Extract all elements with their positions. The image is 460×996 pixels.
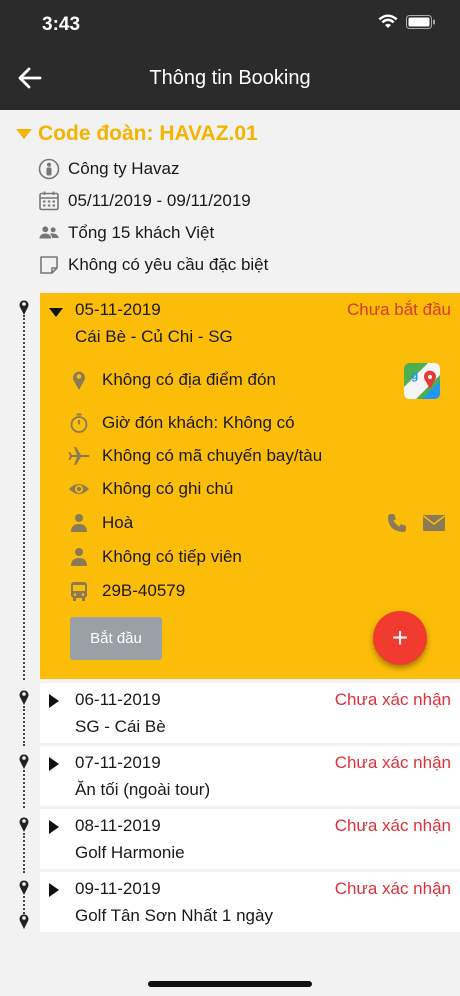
- day-status: Chưa bắt đầu: [346, 300, 451, 319]
- guest-count: Tổng 15 khách Việt: [68, 223, 215, 242]
- day-date: 07-11-2019: [75, 753, 161, 772]
- pickup-time: Giờ đón khách: Không có: [102, 413, 295, 432]
- driver-name: Hoà: [102, 513, 134, 532]
- group-code-toggle[interactable]: Code đoàn: HAVAZ.01: [16, 122, 258, 146]
- battery-icon: [406, 15, 435, 29]
- group-code: Code đoàn: HAVAZ.01: [38, 122, 258, 145]
- caret-down-icon: [49, 308, 63, 317]
- day-card[interactable]: 07-11-2019 Chưa xác nhận Ăn tối (ngoài t…: [40, 746, 460, 806]
- timeline-line: [23, 770, 25, 808]
- guests-row: Tổng 15 khách Việt: [38, 222, 214, 244]
- status-icons: [378, 14, 436, 30]
- day-route: Ăn tối (ngoài tour): [75, 780, 211, 799]
- timeline-line: [23, 315, 25, 680]
- vehicle-plate: 29B-40579: [102, 581, 186, 600]
- caret-right-icon: [49, 757, 59, 771]
- pickup-place: Không có địa điểm đón: [102, 370, 276, 389]
- timeline-line: [23, 833, 25, 873]
- note-icon: [40, 256, 58, 274]
- day-status: Chưa xác nhận: [334, 690, 451, 709]
- company-row: Công ty Havaz: [38, 158, 180, 180]
- day-status: Chưa xác nhận: [334, 879, 451, 898]
- map-pin-icon: [19, 690, 29, 705]
- day-route: Cái Bè - Củ Chi - SG: [75, 327, 233, 346]
- map-pin-icon: [19, 300, 29, 315]
- day-card[interactable]: 09-11-2019 Chưa xác nhận Golf Tân Sơn Nh…: [40, 872, 460, 932]
- eye-icon: [69, 484, 89, 494]
- day-card-active[interactable]: 05-11-2019 Chưa bắt đầu Cái Bè - Củ Chi …: [40, 293, 460, 679]
- calendar-icon: [39, 191, 59, 211]
- driver-row: Hoà: [68, 512, 133, 534]
- day-card[interactable]: 06-11-2019 Chưa xác nhận SG - Cái Bè: [40, 683, 460, 743]
- start-button[interactable]: Bắt đầu: [70, 617, 162, 660]
- caret-right-icon: [49, 883, 59, 897]
- caret-right-icon: [49, 820, 59, 834]
- wifi-icon: [378, 14, 398, 28]
- info-person-icon: [38, 158, 60, 180]
- map-pin-icon: [19, 914, 29, 929]
- company-name: Công ty Havaz: [68, 159, 180, 178]
- pickup-time-row: Giờ đón khách: Không có: [68, 412, 295, 434]
- map-pin-icon: [19, 754, 29, 769]
- note-row: Không có ghi chú: [68, 478, 233, 500]
- day-route: SG - Cái Bè: [75, 717, 166, 736]
- map-pin-icon: [19, 817, 29, 832]
- status-time: 3:43: [42, 14, 81, 35]
- caret-right-icon: [49, 694, 59, 708]
- page-title: Thông tin Booking: [149, 67, 311, 89]
- guide-row: Không có tiếp viên: [68, 546, 242, 568]
- day-status: Chưa xác nhận: [334, 816, 451, 835]
- app-header: 3:43 Thông tin Booking: [0, 0, 460, 110]
- map-pin-icon: [19, 880, 29, 895]
- person-icon: [71, 514, 87, 532]
- phone-icon[interactable]: [386, 512, 408, 534]
- google-maps-icon[interactable]: g: [404, 363, 440, 399]
- person-icon: [71, 548, 87, 566]
- day-route: Golf Tân Sơn Nhất 1 ngày: [75, 906, 273, 925]
- day-date: 08-11-2019: [75, 816, 161, 835]
- add-button[interactable]: +: [373, 611, 427, 665]
- guide-name: Không có tiếp viên: [102, 547, 242, 566]
- svg-text:g: g: [411, 368, 418, 382]
- location-pin-icon: [73, 371, 85, 390]
- bus-icon: [71, 582, 87, 601]
- day-date: 06-11-2019: [75, 690, 161, 709]
- timeline-line: [23, 706, 25, 746]
- dates-row: 05/11/2019 - 09/11/2019: [38, 190, 251, 212]
- special-requests: Không có yêu cầu đặc biệt: [68, 255, 269, 274]
- date-range: 05/11/2019 - 09/11/2019: [68, 191, 251, 210]
- people-icon: [39, 226, 59, 239]
- caret-down-icon: [16, 129, 32, 139]
- flight-number: Không có mã chuyến bay/tàu: [102, 446, 323, 465]
- mail-icon[interactable]: [422, 513, 446, 533]
- home-indicator: [148, 981, 312, 987]
- flight-row: Không có mã chuyến bay/tàu: [68, 445, 322, 467]
- airplane-icon: [68, 447, 90, 465]
- day-route: Golf Harmonie: [75, 843, 185, 862]
- pickup-place-row: Không có địa điểm đón: [68, 369, 276, 391]
- requests-row: Không có yêu cầu đặc biệt: [38, 254, 268, 276]
- day-date: 09-11-2019: [75, 879, 161, 898]
- day-card[interactable]: 08-11-2019 Chưa xác nhận Golf Harmonie: [40, 809, 460, 869]
- day-date: 05-11-2019: [75, 300, 161, 319]
- vehicle-row: 29B-40579: [68, 580, 185, 602]
- day-status: Chưa xác nhận: [334, 753, 451, 772]
- stopwatch-icon: [70, 413, 88, 433]
- day-note: Không có ghi chú: [102, 479, 234, 498]
